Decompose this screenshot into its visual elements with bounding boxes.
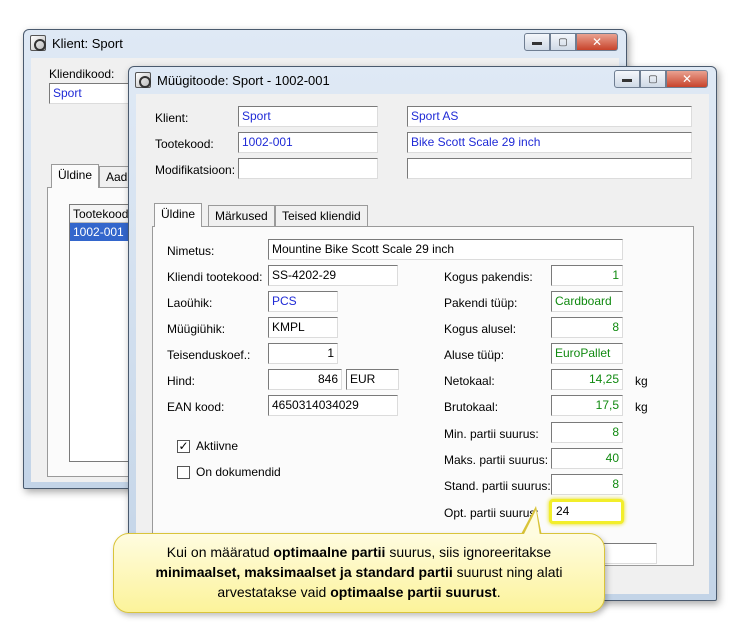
min-partii-field[interactable]: 8 (551, 422, 623, 443)
list-item[interactable]: 1002-001 (70, 223, 130, 241)
callout-text-3: suurust ning alati (452, 564, 563, 580)
callout-text-5: . (496, 584, 501, 600)
minimize-icon: ▬ (622, 73, 632, 85)
product-list-header[interactable]: Tootekood (70, 205, 130, 223)
modifikatsioon-label: Modifikatsioon: (155, 163, 236, 177)
callout-bold-1: optimaalne partii (273, 544, 386, 560)
kogus-pakendis-field[interactable]: 1 (551, 265, 623, 286)
aluse-tuup-label: Aluse tüüp: (444, 348, 505, 362)
modifikatsioon-name-field[interactable] (407, 158, 692, 179)
currency-field[interactable]: EUR (346, 369, 399, 390)
client-tab-aadressid[interactable]: Aad (99, 166, 129, 188)
brutokaal-label: Brutokaal: (444, 400, 499, 414)
brutokaal-unit: kg (635, 400, 648, 414)
nimetus-field[interactable]: Mountine Bike Scott Scale 29 inch (268, 239, 623, 260)
maks-partii-label: Maks. partii suurus: (444, 453, 549, 467)
client-window-title: Klient: Sport (52, 35, 123, 51)
close-button[interactable]: ✕ (576, 33, 618, 51)
stand-partii-label: Stand. partii suurus: (444, 479, 551, 493)
aktiivne-checkbox[interactable]: ✓ (177, 440, 190, 453)
callout-text-2: suurus, siis ignoreeritakse (385, 544, 552, 560)
ean-field[interactable]: 4650314034029 (268, 395, 398, 416)
tootekood-name-field[interactable]: Bike Scott Scale 29 inch (407, 132, 692, 153)
product-window-title: Müügitoode: Sport - 1002-001 (157, 72, 330, 88)
kliendi-tootekood-label: Kliendi tootekood: (167, 270, 263, 284)
teisenduskoef-field[interactable]: 1 (268, 343, 338, 364)
tab-markused[interactable]: Märkused (208, 205, 275, 227)
on-dokumendid-checkbox[interactable] (177, 466, 190, 479)
callout-tooltip: Kui on määratud optimaalne partii suurus… (113, 533, 605, 613)
brutokaal-field[interactable]: 17,5 (551, 395, 623, 416)
kliendikood-field[interactable]: Sport (49, 83, 129, 104)
callout-text-4: arvestatakse vaid (217, 584, 331, 600)
kliendi-tootekood-field[interactable]: SS-4202-29 (268, 265, 398, 286)
stand-partii-field[interactable]: 8 (551, 474, 623, 495)
kogus-alusel-field[interactable]: 8 (551, 317, 623, 338)
maks-partii-field[interactable]: 40 (551, 448, 623, 469)
klient-name-field[interactable]: Sport AS (407, 106, 692, 127)
callout-bold-3: optimaalse partii suurust (330, 584, 497, 600)
muugiuhik-label: Müügiühik: (167, 322, 226, 336)
netokaal-field[interactable]: 14,25 (551, 369, 623, 390)
close-button[interactable]: ✕ (666, 70, 708, 88)
maximize-button[interactable]: ▢ (550, 33, 576, 51)
teisenduskoef-label: Teisenduskoef.: (167, 348, 251, 362)
laouhik-field[interactable]: PCS (268, 291, 338, 312)
tootekood-code-field[interactable]: 1002-001 (238, 132, 378, 153)
callout-text-1: Kui on määratud (166, 544, 274, 560)
tab-teised-kliendid[interactable]: Teised kliendid (275, 205, 368, 227)
pakendi-tuup-field[interactable]: Cardboard (551, 291, 623, 312)
muugiuhik-field[interactable]: KMPL (268, 317, 338, 338)
minimize-icon: ▬ (532, 36, 542, 48)
min-partii-label: Min. partii suurus: (444, 427, 539, 441)
minimize-button[interactable]: ▬ (614, 70, 640, 88)
klient-label: Klient: (155, 111, 189, 125)
modifikatsioon-code-field[interactable] (238, 158, 378, 179)
pakendi-tuup-label: Pakendi tüüp: (444, 296, 518, 310)
maximize-icon: ▢ (558, 36, 568, 48)
maximize-button[interactable]: ▢ (640, 70, 666, 88)
tootekood-label: Tootekood: (155, 137, 214, 151)
kogus-alusel-label: Kogus alusel: (444, 322, 517, 336)
callout-bold-2: minimaalset, maksimaalset ja standard pa… (155, 564, 453, 580)
nimetus-label: Nimetus: (167, 244, 215, 258)
klient-code-field[interactable]: Sport (238, 106, 378, 127)
client-tab-uldine[interactable]: Üldine (51, 164, 100, 188)
opt-partii-field[interactable]: 24 (549, 499, 624, 524)
netokaal-label: Netokaal: (444, 374, 495, 388)
netokaal-unit: kg (635, 374, 648, 388)
close-icon: ✕ (591, 35, 603, 49)
product-list[interactable]: Tootekood 1002-001 (69, 204, 131, 462)
app-icon (30, 35, 46, 51)
close-icon: ✕ (681, 72, 693, 86)
hind-label: Hind: (167, 374, 196, 388)
maximize-icon: ▢ (648, 73, 658, 85)
hind-field[interactable]: 846 (268, 369, 342, 390)
aluse-tuup-field[interactable]: EuroPallet (551, 343, 623, 364)
on-dokumendid-label: On dokumendid (196, 465, 281, 479)
app-icon (135, 72, 151, 88)
tab-uldine[interactable]: Üldine (154, 203, 203, 227)
callout-pointer-fill (523, 510, 540, 536)
aktiivne-label: Aktiivne (196, 439, 239, 453)
kliendikood-label: Kliendikood: (49, 67, 115, 81)
minimize-button[interactable]: ▬ (524, 33, 550, 51)
checkmark-icon: ✓ (178, 439, 189, 453)
ean-label: EAN kood: (167, 400, 225, 414)
client-window-titlebar[interactable]: Klient: Sport ▬ ▢ ✕ (24, 30, 626, 56)
kogus-pakendis-label: Kogus pakendis: (444, 270, 533, 284)
product-window-titlebar[interactable]: Müügitoode: Sport - 1002-001 ▬ ▢ ✕ (129, 67, 716, 93)
laouhik-label: Laoühik: (167, 296, 213, 310)
